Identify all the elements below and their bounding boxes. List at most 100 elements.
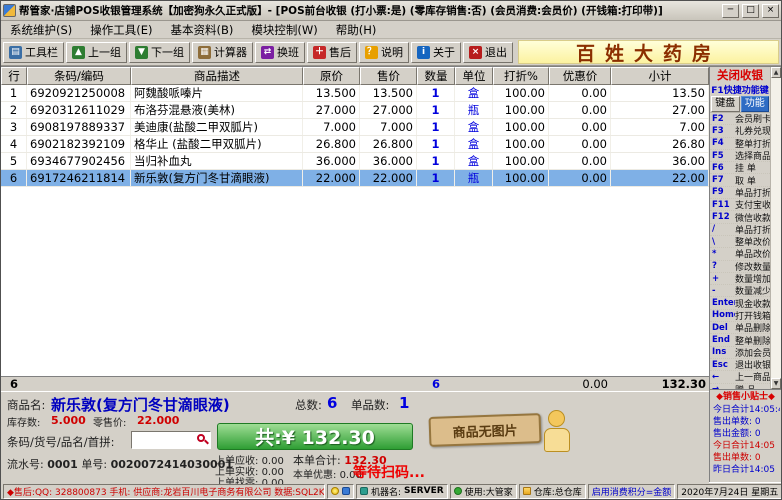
device-icon	[342, 487, 350, 495]
calculator-button[interactable]: ▦ 计算器	[192, 41, 253, 63]
items-table: 行条码/编码 商品描述 原价 售价 数量 单位 打折% 优惠价 小计 1 692092125000…	[1, 66, 709, 376]
prev-group-button[interactable]: ▲ 上一组	[66, 41, 127, 63]
toolbar-button-label: 上一组	[88, 46, 121, 59]
totals-qty: 6	[431, 377, 440, 391]
hotkey-item[interactable]: Home打开钱箱	[710, 310, 770, 323]
minimize-button[interactable]: ─	[722, 3, 739, 18]
table-row[interactable]: 3 6908197889337 美迪康(盐酸二甲双胍片) 7.000 7.000 1 盒 10…	[1, 119, 709, 136]
hotkey-item[interactable]: ← 上一商品	[710, 371, 770, 384]
hotkey-item[interactable]: - 数量减少	[710, 285, 770, 298]
tab-keyboard[interactable]: 键盘	[711, 96, 740, 112]
hotkey-item[interactable]: ? 修改数量	[710, 261, 770, 273]
stock-label: 库存数:	[7, 418, 41, 429]
column-header-qty[interactable]: 数量	[417, 67, 455, 85]
total-amount-display: 共:¥ 132.30	[217, 423, 413, 450]
hotkey-item[interactable]: Del 单品删除	[710, 322, 770, 335]
hotkey-item[interactable]: / 单品打折	[710, 224, 770, 236]
tip-line: 售出金额: 0	[713, 429, 761, 439]
cell-discount-amt: 0.00	[549, 136, 611, 152]
hotkey-item[interactable]: F12 微信收款	[710, 211, 770, 224]
column-header-discount-amt[interactable]: 优惠价	[549, 67, 611, 85]
hotkey-item[interactable]: F11 支付宝收款	[710, 199, 770, 212]
next-group-button[interactable]: ▼ 下一组	[129, 41, 190, 63]
scroll-up-icon[interactable]: ▲	[771, 67, 781, 78]
cell-barcode: 6934677902456	[27, 153, 131, 169]
cell-qty: 1	[417, 102, 455, 118]
tab-functions[interactable]: 功能	[740, 96, 769, 112]
hotkey-item[interactable]: Ins 添加会员	[710, 347, 770, 359]
table-row[interactable]: 2 6920312611029 布洛芬混悬液(美林) 27.000 27.000 1 瓶 10…	[1, 102, 709, 119]
totals-spacer	[131, 377, 303, 391]
table-row[interactable]: 5 6934677902456 当归补血丸 36.000 36.000 1 盒 100.00 0…	[1, 153, 709, 170]
scroll-down-icon[interactable]: ▼	[771, 378, 781, 389]
hotkey-item[interactable]: F7 取 单	[710, 174, 770, 187]
hotkey-item[interactable]: * 单品改价	[710, 248, 770, 261]
about-button[interactable]: i 关于	[411, 41, 461, 63]
cell-discount-pct: 100.00	[493, 119, 549, 135]
no-image-sign: 商品无图片	[428, 413, 542, 447]
hotkey-key: F2	[712, 113, 724, 124]
search-icon[interactable]	[197, 434, 209, 446]
column-header-unit[interactable]: 单位	[455, 67, 493, 85]
hotkey-key: Enter	[712, 298, 735, 309]
exit-button[interactable]: × 退出	[463, 41, 513, 63]
order-label: 单号:	[81, 458, 108, 471]
maximize-button[interactable]: □	[742, 3, 759, 18]
hotkey-label: 退出收银	[735, 361, 770, 372]
machine-name: 机器名: SERVER	[356, 483, 448, 499]
close-button[interactable]: ×	[762, 3, 779, 18]
hotkey-item[interactable]: F9 单品打折	[710, 187, 770, 200]
cell-description: 布洛芬混悬液(美林)	[131, 102, 303, 118]
menu-item[interactable]: 模块控制(W)	[242, 21, 326, 39]
hotkey-item[interactable]: F5 选择商品	[710, 150, 770, 163]
hotkey-item[interactable]: Esc 退出收银	[710, 359, 770, 372]
toolbar-toggle-button[interactable]: ▤ 工具栏	[3, 41, 64, 63]
table-row[interactable]: 4 6902182392109 格华止 (盐酸二甲双胍片) 26.800 26.800 1…	[1, 136, 709, 153]
hotkey-item[interactable]: F4 整单打折	[710, 138, 770, 150]
user-icon	[453, 487, 462, 495]
cell-subtotal: 27.00	[611, 102, 709, 118]
mascot-figure	[544, 428, 570, 452]
cell-discount-pct: 100.00	[493, 153, 549, 169]
hotkey-item[interactable]: End 整单删除	[710, 334, 770, 347]
column-header-price[interactable]: 原价	[303, 67, 360, 85]
shift-change-button[interactable]: ⇄ 换班	[255, 41, 305, 63]
cell-subtotal: 26.80	[611, 136, 709, 152]
app-icon	[3, 4, 16, 17]
hotkey-item[interactable]: F6 挂 单	[710, 162, 770, 175]
hotkey-item[interactable]: F2 会员刷卡	[710, 113, 770, 126]
column-header-sale-price[interactable]: 售价	[360, 67, 417, 85]
hotkey-key: F9	[712, 187, 724, 198]
column-header-barcode[interactable]: 条码/编码	[27, 67, 131, 85]
toolbar-button-label: 下一组	[151, 46, 184, 59]
hotkey-item[interactable]: \ 整单改价	[710, 236, 770, 249]
after-sale-button[interactable]: ＋售后	[307, 41, 357, 63]
menu-item[interactable]: 基本资料(B)	[162, 21, 243, 39]
column-header-description[interactable]: 商品描述	[131, 67, 303, 85]
menu-item[interactable]: 帮助(H)	[327, 21, 386, 39]
table-row[interactable]: 1 6920921250008 阿魏酸哌嗪片 13.500 13.500 1 盒 100.00…	[1, 85, 709, 102]
column-header-line[interactable]: 行	[1, 67, 27, 85]
menu-item[interactable]: 系统维护(S)	[1, 21, 81, 39]
cell-discount-amt: 0.00	[549, 119, 611, 135]
cell-barcode: 6920921250008	[27, 85, 131, 101]
window-title: 帮管家·店铺POS收银管理系统【加密狗永久正式版】- [POS前台收银 (打小票…	[19, 5, 663, 17]
tip-line: 售出单数: 0	[713, 453, 761, 463]
column-header-discount-pct[interactable]: 打折%	[493, 67, 549, 85]
cell-unit: 瓶	[455, 102, 493, 118]
hotkey-item[interactable]: F3 礼券兑现	[710, 125, 770, 138]
sidebar-scrollbar[interactable]: ▲ ▼	[770, 67, 781, 389]
status-bar: ◆售后:QQ: 328800873 手机: 供应商:龙岩百川电子商务有限公司 数…	[1, 482, 781, 499]
cell-subtotal: 36.00	[611, 153, 709, 169]
cell-sale-price: 22.000	[360, 170, 417, 186]
tips-lines: 今日合计14:05:46 售出单数: 0 售出金额: 0 今日合计14:05 售出单数:…	[711, 404, 780, 476]
table-row[interactable]: 6 6917246211814 新乐敦(复方门冬甘滴眼液) 22.000 22.000 1…	[1, 170, 709, 187]
hotkey-key: ←	[712, 371, 720, 382]
manual-button[interactable]: ？说明	[359, 41, 409, 63]
menu-item[interactable]: 操作工具(E)	[81, 21, 161, 39]
hotkey-item[interactable]: Enter现金收款	[710, 297, 770, 310]
hotkey-item[interactable]: + 数量增加	[710, 273, 770, 286]
column-header-subtotal[interactable]: 小计	[611, 67, 709, 85]
cell-subtotal: 13.50	[611, 85, 709, 101]
tip-line: 今日合计14:05	[713, 441, 775, 451]
